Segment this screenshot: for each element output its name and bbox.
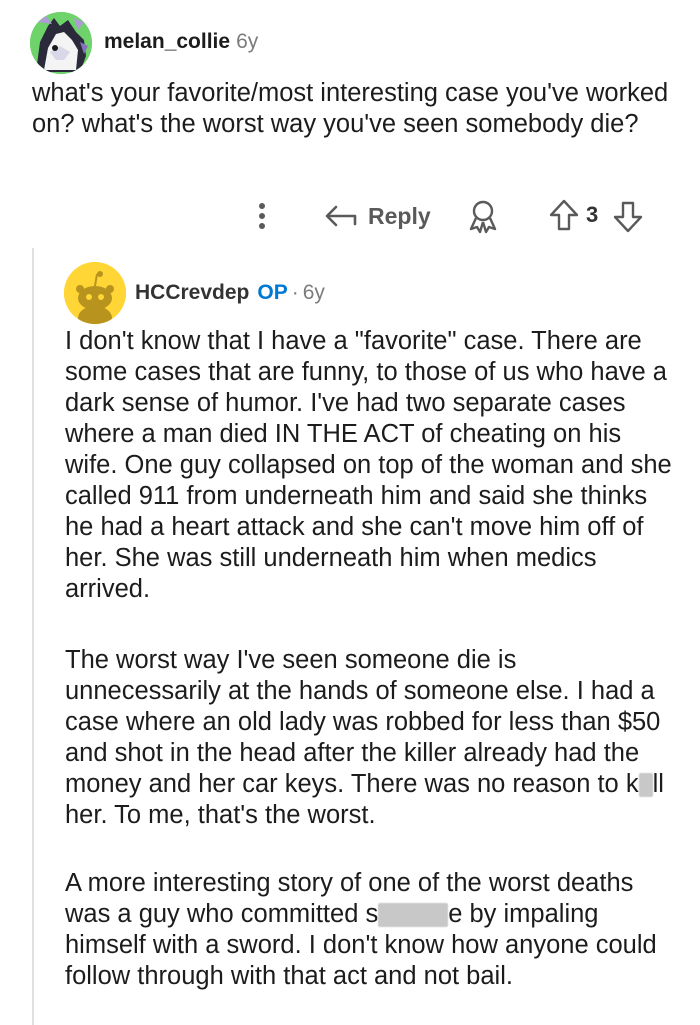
- comment-age: 6y: [302, 281, 325, 304]
- more-vertical-icon[interactable]: [250, 200, 274, 232]
- username[interactable]: HCCrevdep: [135, 281, 249, 304]
- comment-meta: melan_collie 6y: [104, 30, 258, 54]
- censor-blur: [378, 903, 449, 928]
- reply-button[interactable]: Reply: [324, 198, 431, 234]
- reply-paragraph-3: A more interesting story of one of the w…: [65, 868, 675, 992]
- comment-meta: HCCrevdep OP · 6y: [135, 281, 325, 305]
- op-badge: OP: [257, 281, 288, 304]
- comment-age: 6y: [236, 30, 259, 53]
- thread-line[interactable]: [32, 248, 34, 1025]
- avatar[interactable]: [64, 262, 126, 324]
- username[interactable]: melan_collie: [104, 30, 230, 53]
- upvote-arrow-icon[interactable]: [548, 198, 580, 234]
- downvote-arrow-icon[interactable]: [612, 198, 644, 234]
- comment-action-bar: Reply 3: [0, 196, 700, 236]
- vote-count: 3: [586, 202, 599, 227]
- meta-separator: ·: [291, 281, 299, 304]
- avatar[interactable]: [30, 12, 92, 74]
- paragraph-text: The worst way I've seen someone die is u…: [65, 646, 661, 798]
- snoo-avatar-icon: [64, 262, 126, 324]
- reply-paragraph-1: I don't know that I have a "favorite" ca…: [65, 327, 672, 603]
- wolf-avatar-icon: [30, 12, 92, 74]
- reply-arrow-icon: [325, 205, 357, 227]
- censor-blur: [638, 773, 653, 798]
- reply-paragraph-2: The worst way I've seen someone die is u…: [65, 645, 675, 831]
- comment-body: what's your favorite/most interesting ca…: [32, 79, 669, 138]
- award-icon[interactable]: [466, 198, 500, 234]
- reply-label: Reply: [368, 202, 431, 229]
